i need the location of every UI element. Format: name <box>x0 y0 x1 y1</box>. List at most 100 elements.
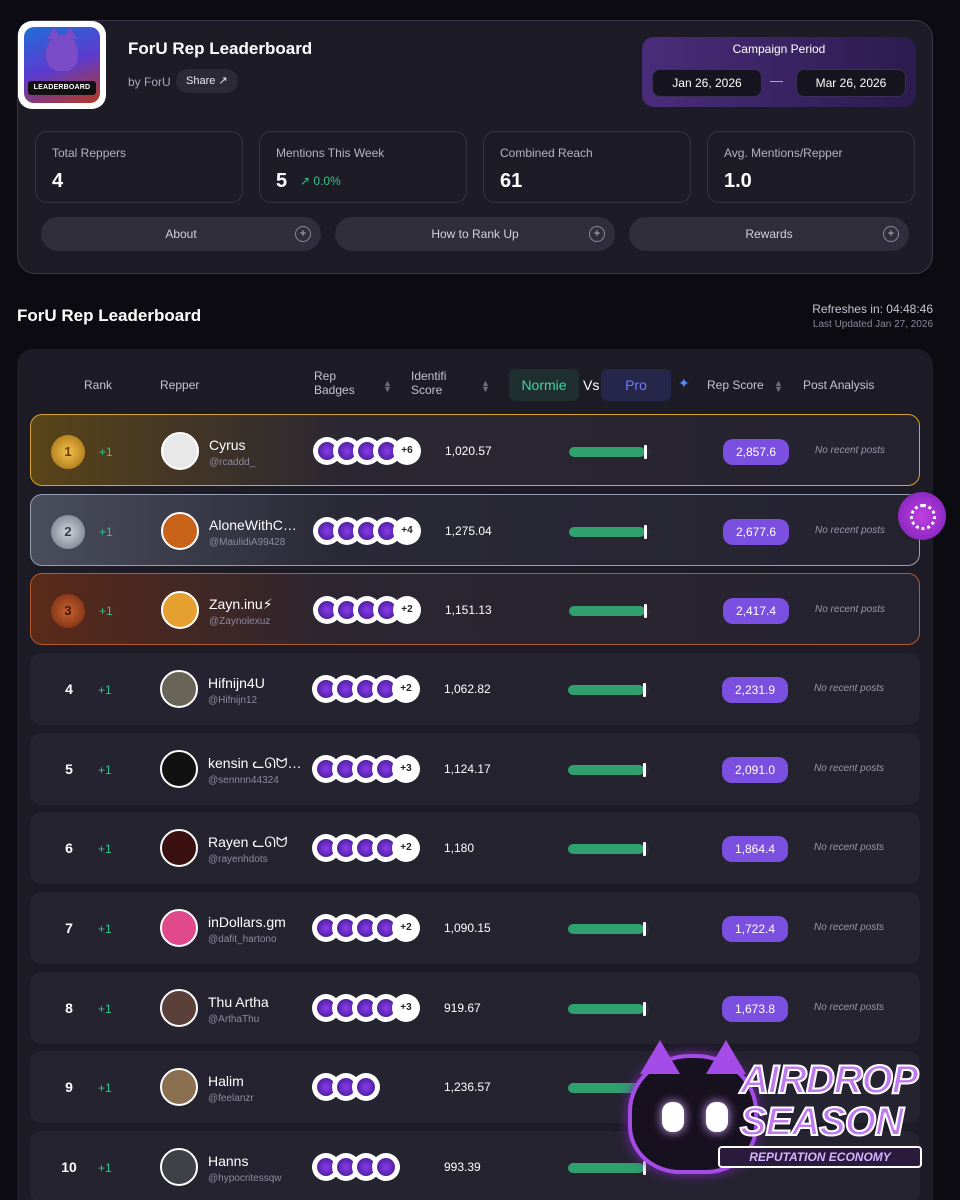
repper-name[interactable]: Hanns <box>208 1153 248 1169</box>
rep-score-pill: 1,722.4 <box>722 916 788 942</box>
leaderboard-row[interactable]: 3 +1 Zayn.inu⚡ @Zaynolexuz +2 1,151.13 2… <box>30 573 920 645</box>
rank-number: 5 <box>65 761 73 777</box>
avatar[interactable] <box>160 829 198 867</box>
leaderboard-row[interactable]: 4 +1 Hifnijn4U @Hifnijn12 +2 1,062.82 2,… <box>30 653 920 725</box>
repper-handle: @dafit_hartono <box>208 934 277 945</box>
rank-number: 8 <box>65 1000 73 1016</box>
avatar[interactable] <box>160 670 198 708</box>
bar-marker <box>644 604 647 618</box>
campaign-period: Campaign Period Jan 26, 2026 — Mar 26, 2… <box>642 37 916 107</box>
avatar[interactable] <box>161 591 199 629</box>
repper-name[interactable]: Cyrus <box>209 437 246 453</box>
column-rank[interactable]: Rank <box>84 378 112 392</box>
more-badges-count[interactable]: +2 <box>392 675 420 703</box>
sort-icon[interactable]: ▲ ▼ <box>774 379 783 394</box>
normie-bar-fill <box>569 606 645 616</box>
repper-name[interactable]: Halim <box>208 1073 244 1089</box>
column-rep-score[interactable]: Rep Score <box>707 378 764 392</box>
bar-marker <box>643 1002 646 1016</box>
rank-change: +1 <box>98 1161 112 1175</box>
rank-change: +1 <box>98 1081 112 1095</box>
identity-score: 1,151.13 <box>445 603 492 617</box>
column-repper[interactable]: Repper <box>160 378 199 392</box>
identity-score: 1,090.15 <box>444 921 491 935</box>
avatar[interactable] <box>160 989 198 1027</box>
column-identity-score[interactable]: Identifi Score <box>411 369 455 397</box>
avatar[interactable] <box>160 1148 198 1186</box>
more-badges-count[interactable]: +4 <box>393 517 421 545</box>
repper-name[interactable]: AloneWithC… <box>209 517 297 533</box>
identity-score: 1,180 <box>444 841 475 855</box>
accordion-label: How to Rank Up <box>431 227 519 241</box>
stat-label: Total Reppers <box>52 146 127 160</box>
share-button[interactable]: Share ↗ <box>176 69 238 93</box>
stat-total-reppers: Total Reppers 4 <box>35 131 243 203</box>
repper-name[interactable]: Hifnijn4U <box>208 675 265 691</box>
more-badges-count[interactable]: +3 <box>392 994 420 1022</box>
plus-icon: + <box>883 226 899 242</box>
repper-name[interactable]: Thu Artha <box>208 994 269 1010</box>
rank-number: 4 <box>65 681 73 697</box>
normie-bar-fill <box>568 685 644 695</box>
how-to-rank-up-accordion[interactable]: How to Rank Up + <box>335 217 615 251</box>
logo-text: LEADERBOARD <box>28 81 96 95</box>
more-badges-count[interactable]: +3 <box>392 755 420 783</box>
sort-icon[interactable]: ▲ ▼ <box>383 379 392 394</box>
leaderboard-row[interactable]: 1 +1 Cyrus @rcaddd_ +6 1,020.57 2,857.6 … <box>30 414 920 486</box>
identity-score: 1,275.04 <box>445 524 492 538</box>
post-analysis: No recent posts <box>814 683 885 694</box>
normie-toggle[interactable]: Normie <box>509 369 579 401</box>
pro-toggle[interactable]: Pro <box>601 369 671 401</box>
plus-icon: + <box>295 226 311 242</box>
rank-change: +1 <box>99 525 113 539</box>
floating-action-button[interactable] <box>898 492 946 540</box>
rep-score-pill: 2,231.9 <box>722 677 788 703</box>
more-badges-count[interactable]: +6 <box>393 437 421 465</box>
leaderboard-row[interactable]: 7 +1 inDollars.gm @dafit_hartono +2 1,09… <box>30 892 920 964</box>
rep-score-pill: 2,417.4 <box>723 598 789 624</box>
column-rep-badges[interactable]: Rep Badges <box>314 369 374 397</box>
repper-name[interactable]: Rayen ᓚᘏᗢ <box>208 834 288 851</box>
column-post-analysis[interactable]: Post Analysis <box>803 378 874 392</box>
rank-number: 6 <box>65 840 73 856</box>
leaderboard-row[interactable]: 2 +1 AloneWithC… @MaulidiA99428 +4 1,275… <box>30 494 920 566</box>
about-accordion[interactable]: About + <box>41 217 321 251</box>
stat-combined-reach: Combined Reach 61 <box>483 131 691 203</box>
airdrop-season-sticker: AIRDROP SEASON REPUTATION ECONOMY <box>622 1040 940 1186</box>
rank-change: +1 <box>98 842 112 856</box>
repper-handle: @feelanzr <box>208 1093 254 1104</box>
avatar[interactable] <box>160 750 198 788</box>
sparkle-icon: ✦ <box>678 375 690 391</box>
rank-number: 10 <box>61 1159 77 1175</box>
leaderboard-row[interactable]: 6 +1 Rayen ᓚᘏᗢ @rayenhdots +2 1,180 1,86… <box>30 812 920 884</box>
rep-badge-icon <box>352 1073 380 1101</box>
avatar[interactable] <box>161 512 199 550</box>
rank-change: +1 <box>99 445 113 459</box>
post-analysis: No recent posts <box>814 842 885 853</box>
normie-bar-fill <box>568 1004 644 1014</box>
avatar[interactable] <box>161 432 199 470</box>
leaderboard-logo: LEADERBOARD <box>18 21 106 109</box>
repper-name[interactable]: inDollars.gm <box>208 914 286 930</box>
campaign-start-date: Jan 26, 2026 <box>652 69 762 97</box>
cat-mascot-icon <box>46 27 78 71</box>
rank-medal-icon: 3 <box>51 594 85 628</box>
avatar[interactable] <box>160 1068 198 1106</box>
bar-marker <box>643 763 646 777</box>
refresh-info: Refreshes in: 04:48:46 Last Updated Jan … <box>812 302 933 330</box>
repper-name[interactable]: kensin ᓚᘏᗢ… <box>208 755 302 772</box>
normie-bar-fill <box>569 527 645 537</box>
repper-name[interactable]: Zayn.inu⚡ <box>209 596 273 613</box>
more-badges-count[interactable]: +2 <box>392 834 420 862</box>
more-badges-count[interactable]: +2 <box>392 914 420 942</box>
post-analysis: No recent posts <box>815 604 886 615</box>
leaderboard-row[interactable]: 8 +1 Thu Artha @ArthaThu +3 919.67 1,673… <box>30 972 920 1044</box>
rewards-accordion[interactable]: Rewards + <box>629 217 909 251</box>
avatar[interactable] <box>160 909 198 947</box>
leaderboard-row[interactable]: 5 +1 kensin ᓚᘏᗢ… @sennnn44324 +3 1,124.1… <box>30 733 920 805</box>
page-title: ForU Rep Leaderboard <box>128 39 313 58</box>
sort-icon[interactable]: ▲ ▼ <box>481 379 490 394</box>
more-badges-count[interactable]: +2 <box>393 596 421 624</box>
repper-handle: @ArthaThu <box>208 1014 260 1025</box>
rep-score-pill: 1,673.8 <box>722 996 788 1022</box>
